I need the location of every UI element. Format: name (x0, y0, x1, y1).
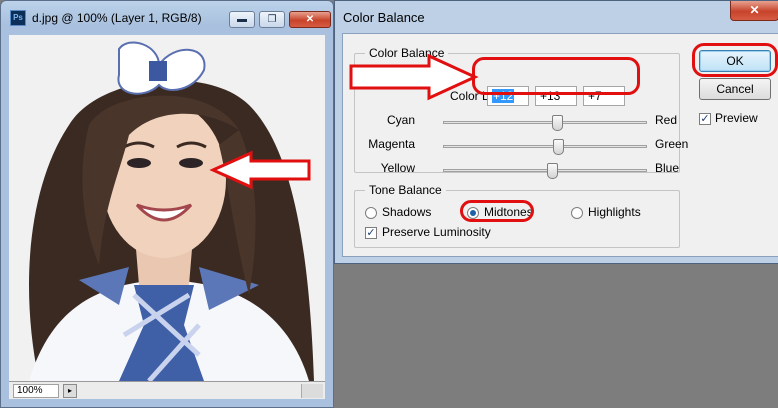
close-button[interactable]: ✕ (289, 11, 331, 28)
shadows-radio[interactable] (365, 207, 377, 219)
status-menu-icon[interactable]: ▸ (63, 384, 77, 398)
blue-label: Blue (655, 161, 680, 175)
document-statusbar: 100% ▸ (9, 381, 325, 399)
document-titlebar[interactable]: Ps d.jpg @ 100% (Layer 1, RGB/8) ▬ ❐ ✕ (1, 1, 333, 35)
cancel-button[interactable]: Cancel (699, 78, 771, 100)
annotation-circle-ok (692, 43, 778, 77)
slider-row-magenta-green: Magenta Green (355, 137, 688, 157)
magenta-label: Magenta (368, 137, 415, 151)
preview-label[interactable]: Preview (715, 111, 758, 125)
highlights-radio[interactable] (571, 207, 583, 219)
yellow-label: Yellow (380, 161, 415, 175)
magenta-green-slider[interactable] (553, 139, 565, 155)
highlights-label[interactable]: Highlights (588, 205, 641, 219)
document-title: d.jpg @ 100% (Layer 1, RGB/8) (32, 11, 202, 25)
color-balance-dialog: Color Balance ✕ Color Balance Color Leve… (334, 0, 778, 264)
photoshop-icon: Ps (10, 10, 26, 26)
green-label: Green (655, 137, 689, 151)
dialog-titlebar[interactable]: Color Balance ✕ (335, 1, 778, 33)
cyan-label: Cyan (386, 113, 415, 127)
cyan-red-slider[interactable] (552, 115, 564, 131)
zoom-field[interactable]: 100% (13, 384, 59, 398)
document-window: Ps d.jpg @ 100% (Layer 1, RGB/8) ▬ ❐ ✕ 1… (0, 0, 334, 408)
slider-row-cyan-red: Cyan Red (355, 113, 679, 133)
yellow-blue-slider[interactable] (547, 163, 559, 179)
dialog-title: Color Balance (343, 10, 425, 25)
tone-balance-legend: Tone Balance (365, 183, 446, 197)
annotation-circle-levels (472, 57, 640, 95)
dialog-close-button[interactable]: ✕ (730, 1, 778, 21)
yellow-blue-track[interactable] (443, 163, 647, 179)
maximize-button[interactable]: ❐ (259, 11, 285, 28)
photo-image (9, 35, 325, 381)
annotation-arrow-levels (349, 53, 479, 101)
cyan-red-track[interactable] (443, 115, 647, 131)
image-canvas[interactable] (9, 35, 325, 381)
shadows-label[interactable]: Shadows (382, 205, 431, 219)
annotation-circle-midtones (460, 200, 534, 222)
red-label: Red (655, 113, 678, 127)
preserve-luminosity-checkbox[interactable]: ✓ (365, 227, 377, 239)
preview-checkbox[interactable]: ✓ (699, 113, 711, 125)
minimize-button[interactable]: ▬ (229, 11, 255, 28)
preserve-luminosity-label[interactable]: Preserve Luminosity (382, 225, 491, 239)
slider-row-yellow-blue: Yellow Blue (355, 161, 679, 181)
annotation-arrow-eye (209, 150, 311, 190)
magenta-green-track[interactable] (443, 139, 647, 155)
horizontal-scrollbar[interactable] (301, 384, 323, 398)
